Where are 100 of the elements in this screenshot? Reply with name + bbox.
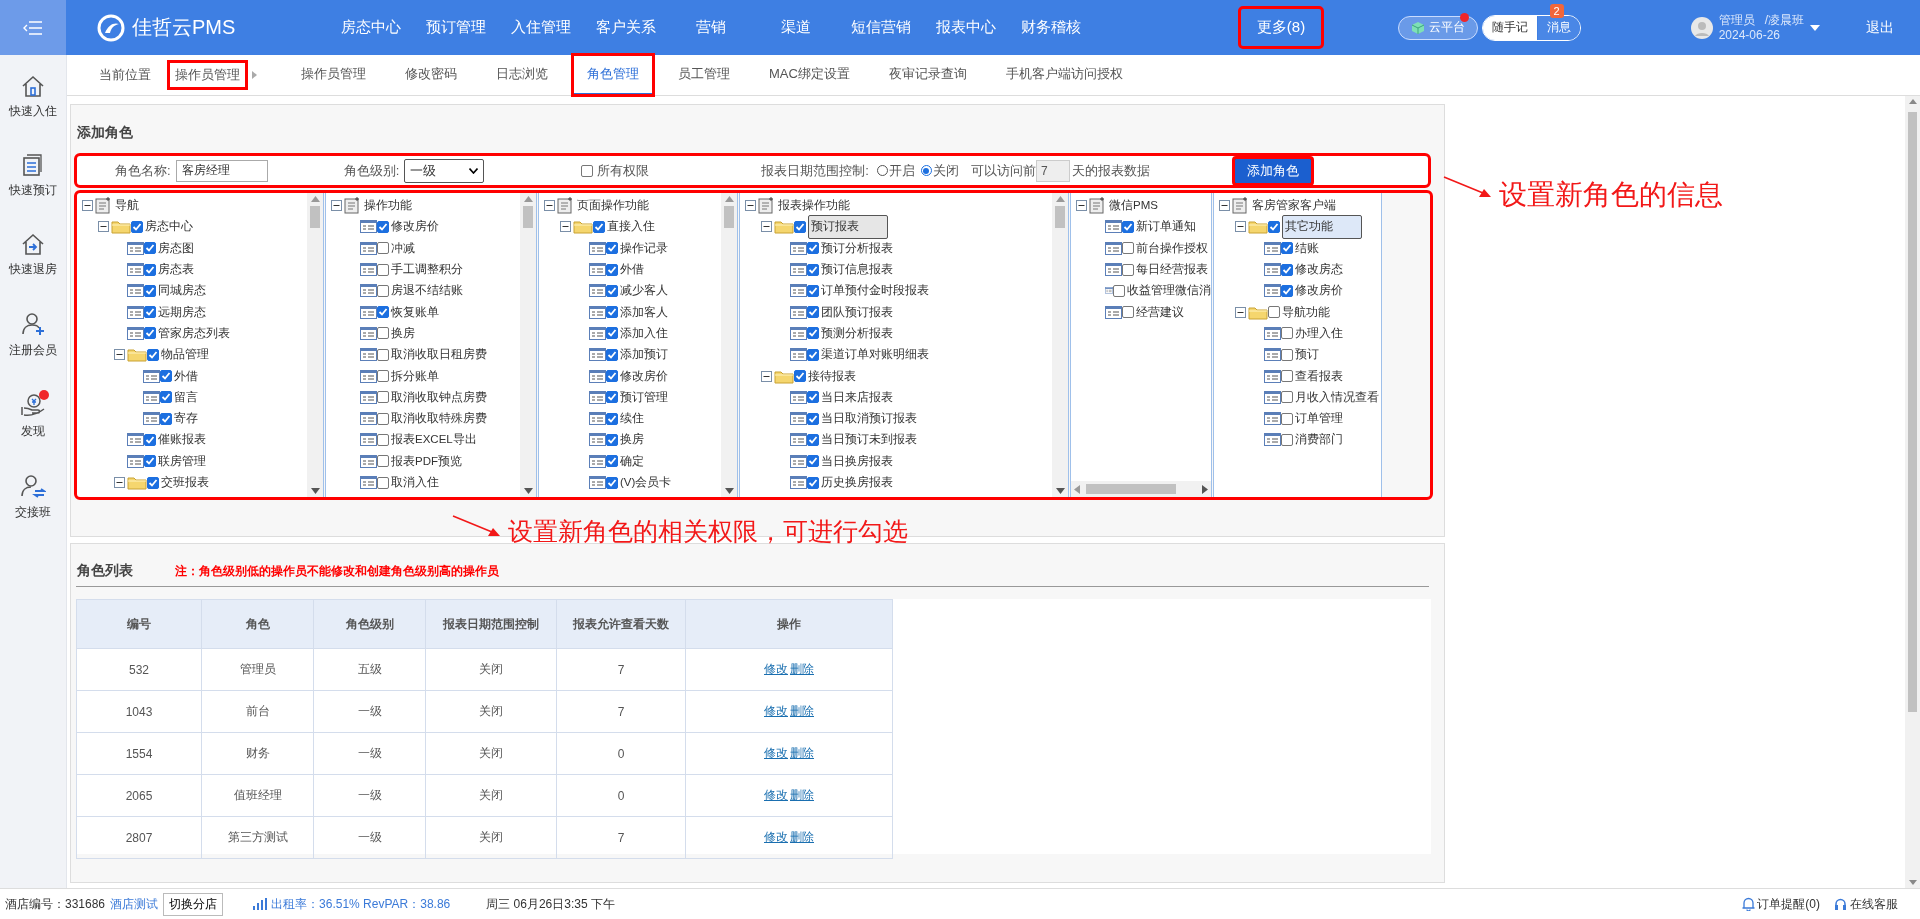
- nav-item[interactable]: 渠道: [753, 8, 838, 47]
- checkbox[interactable]: [581, 164, 594, 177]
- tree-item[interactable]: 订单预付金时段报表: [821, 283, 929, 299]
- tree-item[interactable]: 报表EXCEL导出: [391, 432, 477, 448]
- action-link[interactable]: 删除: [789, 703, 815, 720]
- checkbox[interactable]: [377, 284, 389, 297]
- checkbox[interactable]: [377, 242, 389, 255]
- tree-item[interactable]: 当日取消预订报表: [821, 411, 917, 427]
- checkbox[interactable]: [1122, 306, 1134, 319]
- checkbox[interactable]: [606, 433, 618, 446]
- checkbox[interactable]: [147, 348, 159, 361]
- checkbox[interactable]: [606, 455, 618, 468]
- tree-item[interactable]: 接待报表: [808, 368, 856, 384]
- action-link[interactable]: 删除: [789, 787, 815, 804]
- collapse-icon[interactable]: [760, 370, 772, 382]
- tab[interactable]: 手机客户端访问授权: [991, 55, 1137, 95]
- tree-item[interactable]: 修改房态: [1295, 262, 1343, 278]
- caret-icon[interactable]: [469, 167, 479, 174]
- nav-item[interactable]: 房态中心: [328, 8, 413, 47]
- tree-item[interactable]: 导航功能: [1282, 304, 1330, 320]
- scrollbar[interactable]: [721, 193, 737, 497]
- checkbox[interactable]: [144, 284, 156, 297]
- checkbox[interactable]: [1122, 263, 1134, 276]
- tree-item[interactable]: 留言: [174, 389, 198, 405]
- tree-item[interactable]: 订单管理: [1295, 411, 1343, 427]
- checkbox[interactable]: [807, 306, 819, 319]
- tab[interactable]: 员工管理: [664, 55, 744, 95]
- checkbox[interactable]: [377, 263, 389, 276]
- action-link[interactable]: 修改: [763, 703, 789, 720]
- tree-item[interactable]: 换房: [391, 325, 415, 341]
- order-alert-link[interactable]: 订单提醒(0): [1757, 895, 1820, 913]
- nav-item[interactable]: 预订管理: [413, 8, 498, 47]
- checkbox[interactable]: [807, 433, 819, 446]
- tree-item[interactable]: 团队预订报表: [821, 304, 893, 320]
- checkbox[interactable]: [144, 306, 156, 319]
- scroll-down-icon[interactable]: [310, 488, 320, 494]
- scrollbar[interactable]: [1071, 481, 1211, 497]
- collapse-icon[interactable]: [744, 200, 756, 212]
- collapse-icon[interactable]: [81, 200, 93, 212]
- tree-item[interactable]: 预订报表: [808, 214, 888, 239]
- tab[interactable]: 修改密码: [391, 55, 471, 95]
- scrollbar[interactable]: [1052, 193, 1068, 497]
- checkbox[interactable]: [593, 220, 605, 233]
- tree-item[interactable]: 添加客人: [620, 304, 668, 320]
- hotel-name-link[interactable]: 酒店测试: [110, 895, 159, 913]
- tree-item[interactable]: 手工调整积分: [391, 262, 463, 278]
- checkbox[interactable]: [1281, 348, 1293, 361]
- checkbox[interactable]: [1281, 433, 1293, 446]
- action-link[interactable]: 删除: [789, 661, 815, 678]
- checkbox[interactable]: [160, 370, 172, 382]
- action-link[interactable]: 修改: [763, 787, 789, 804]
- checkbox[interactable]: [147, 476, 159, 489]
- tree-item[interactable]: 减少客人: [620, 283, 668, 299]
- tree-item[interactable]: 外借: [620, 262, 644, 278]
- tree-item[interactable]: 结账: [1295, 240, 1319, 256]
- scroll-down-icon[interactable]: [523, 488, 533, 494]
- collapse-icon[interactable]: [1234, 306, 1246, 318]
- tree-item[interactable]: 微信PMS: [1109, 198, 1158, 214]
- checkbox[interactable]: [807, 327, 819, 340]
- checkbox[interactable]: [377, 348, 389, 361]
- role-level-select[interactable]: 一级: [404, 158, 485, 183]
- nav-item[interactable]: 财务稽核: [1008, 8, 1093, 47]
- tree-item[interactable]: 当日换房报表: [821, 453, 893, 469]
- tree-item[interactable]: 房态表: [158, 262, 194, 278]
- tree-item[interactable]: 换房: [620, 432, 644, 448]
- checkbox[interactable]: [131, 220, 143, 233]
- days-field[interactable]: 7: [1035, 159, 1070, 182]
- breadcrumb-item[interactable]: 操作员管理: [169, 62, 246, 88]
- scroll-down-icon[interactable]: [724, 488, 734, 494]
- tree-item[interactable]: 确定: [620, 453, 644, 469]
- tree-item[interactable]: 交班报表: [161, 475, 209, 490]
- add-role-button[interactable]: 添加角色: [1233, 157, 1312, 184]
- tree-item[interactable]: 取消收取钟点房费: [391, 389, 487, 405]
- tree-item[interactable]: 预订管理: [620, 389, 668, 405]
- sidebar-item[interactable]: 快速预订: [2, 154, 64, 199]
- tree-item[interactable]: 新订单通知: [1136, 219, 1196, 235]
- action-link[interactable]: 修改: [763, 745, 789, 762]
- tree-item[interactable]: 管家房态列表: [158, 325, 230, 341]
- checkbox[interactable]: [160, 412, 172, 425]
- checkbox[interactable]: [377, 220, 389, 233]
- checkbox[interactable]: [1281, 242, 1293, 255]
- tree-item[interactable]: (V)会员卡: [620, 475, 672, 490]
- tree-item[interactable]: 当日来店报表: [821, 389, 893, 405]
- checkbox[interactable]: [377, 412, 389, 425]
- tree-item[interactable]: 报表PDF预览: [391, 453, 462, 469]
- scrollbar[interactable]: [520, 193, 536, 497]
- tree-item[interactable]: 直接入住: [607, 219, 655, 235]
- tree-item[interactable]: 催账报表: [158, 432, 206, 448]
- collapse-icon[interactable]: [97, 221, 109, 233]
- checkbox[interactable]: [144, 263, 156, 276]
- checkbox[interactable]: [1281, 412, 1293, 425]
- avatar-icon[interactable]: [1690, 16, 1713, 39]
- role-name-field[interactable]: 客房经理: [175, 159, 268, 182]
- scroll-thumb[interactable]: [310, 206, 320, 228]
- tree-item[interactable]: 取消入住: [391, 475, 439, 490]
- checkbox[interactable]: [606, 412, 618, 425]
- tree-item[interactable]: 添加预订: [620, 347, 668, 363]
- tree-item[interactable]: 收益管理微信消: [1127, 283, 1211, 299]
- checkbox[interactable]: [1122, 242, 1134, 255]
- tree-item[interactable]: 其它功能: [1282, 214, 1362, 239]
